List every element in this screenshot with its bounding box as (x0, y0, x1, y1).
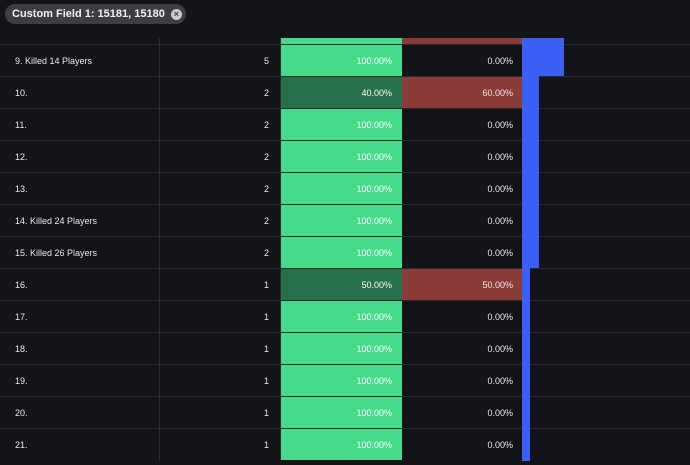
row-count: 5 (160, 45, 281, 76)
row-label: 21. (0, 429, 160, 460)
distribution-bar (522, 236, 539, 269)
distribution-bar-cell (522, 332, 690, 365)
row-label: 11. (0, 109, 160, 140)
table-row[interactable]: 17. 1 100.00% 0.00% (0, 300, 690, 333)
row-count: 2 (160, 141, 281, 172)
table-row[interactable]: 14. Killed 24 Players 2 100.00% 0.00% (0, 204, 690, 237)
distribution-bar-cell (522, 268, 690, 301)
positive-percent-cell: 100.00% (281, 237, 402, 268)
row-count: 2 (160, 109, 281, 140)
table-row[interactable]: 16. 1 50.00% 50.00% (0, 268, 690, 301)
distribution-bar (522, 108, 539, 141)
results-table: 9. Killed 14 Players 5 100.00% 0.00% 10. 2 40.… (0, 38, 690, 465)
table-row[interactable]: 11. 2 100.00% 0.00% (0, 108, 690, 141)
distribution-bar (522, 332, 530, 365)
negative-percent-cell: 0.00% (487, 375, 513, 386)
positive-percent-cell: 100.00% (281, 45, 402, 76)
distribution-bar-cell (522, 108, 690, 141)
row-count: 1 (160, 429, 281, 460)
table-row[interactable]: 12. 2 100.00% 0.00% (0, 140, 690, 173)
filter-chip-label: Custom Field 1: 15181, 15180 (12, 8, 165, 20)
distribution-bar (522, 396, 530, 429)
distribution-bar-cell (522, 204, 690, 237)
negative-percent-cell: 0.00% (487, 55, 513, 66)
row-label: 13. (0, 173, 160, 204)
row-label: 19. (0, 365, 160, 396)
row-count: 1 (160, 301, 281, 332)
distribution-bar (522, 428, 530, 461)
distribution-bar-cell (522, 428, 690, 461)
positive-percent-cell: 100.00% (281, 397, 402, 428)
table-row[interactable]: 21. 1 100.00% 0.00% (0, 428, 690, 461)
row-count: 1 (160, 365, 281, 396)
row-label: 9. Killed 14 Players (0, 45, 160, 76)
distribution-bar (522, 172, 539, 205)
negative-percent-cell: 50.00% (402, 269, 522, 300)
negative-percent-cell: 0.00% (487, 183, 513, 194)
positive-percent-cell: 100.00% (281, 333, 402, 364)
distribution-bar-cell (522, 44, 690, 77)
distribution-bar-cell (522, 364, 690, 397)
row-count: 1 (160, 269, 281, 300)
row-count: 1 (160, 397, 281, 428)
positive-percent-cell: 100.00% (281, 301, 402, 332)
positive-percent-cell: 100.00% (281, 365, 402, 396)
row-count: 2 (160, 205, 281, 236)
positive-percent-cell: 100.00% (281, 429, 402, 460)
distribution-bar-cell (522, 396, 690, 429)
row-label: 18. (0, 333, 160, 364)
distribution-bar (522, 44, 564, 77)
table-row[interactable]: 18. 1 100.00% 0.00% (0, 332, 690, 365)
distribution-bar-cell (522, 236, 690, 269)
negative-percent-cell: 0.00% (487, 343, 513, 354)
positive-percent-cell: 100.00% (281, 173, 402, 204)
distribution-bar (522, 364, 530, 397)
distribution-bar (522, 204, 539, 237)
negative-percent-cell: 0.00% (487, 407, 513, 418)
table-row[interactable]: 20. 1 100.00% 0.00% (0, 396, 690, 429)
distribution-bar-cell (522, 76, 690, 109)
positive-percent-cell: 100.00% (281, 109, 402, 140)
distribution-bar (522, 140, 539, 173)
distribution-bar (522, 268, 530, 301)
distribution-bar-cell (522, 300, 690, 333)
row-label: 14. Killed 24 Players (0, 205, 160, 236)
table-row[interactable]: 9. Killed 14 Players 5 100.00% 0.00% (0, 44, 690, 77)
row-label: 17. (0, 301, 160, 332)
table-row[interactable]: 15. Killed 26 Players 2 100.00% 0.00% (0, 236, 690, 269)
table-row[interactable]: 19. 1 100.00% 0.00% (0, 364, 690, 397)
distribution-bar (522, 300, 530, 333)
distribution-bar (522, 76, 539, 109)
close-icon[interactable]: × (170, 8, 182, 20)
distribution-bar-cell (522, 172, 690, 205)
distribution-bar-cell (522, 140, 690, 173)
positive-percent-cell: 50.00% (281, 269, 402, 300)
negative-percent-cell: 0.00% (487, 439, 513, 450)
row-label: 16. (0, 269, 160, 300)
row-label: 20. (0, 397, 160, 428)
row-count: 2 (160, 77, 281, 108)
table-row[interactable]: 10. 2 40.00% 60.00% (0, 76, 690, 109)
positive-percent-cell: 40.00% (281, 77, 402, 108)
row-label: 10. (0, 77, 160, 108)
row-label: 15. Killed 26 Players (0, 237, 160, 268)
row-count: 1 (160, 333, 281, 364)
row-count: 2 (160, 237, 281, 268)
negative-percent-cell: 0.00% (487, 311, 513, 322)
row-count: 2 (160, 173, 281, 204)
filter-chip[interactable]: Custom Field 1: 15181, 15180 × (5, 4, 186, 24)
negative-percent-cell: 60.00% (402, 77, 522, 108)
negative-percent-cell: 0.00% (487, 151, 513, 162)
row-label: 12. (0, 141, 160, 172)
negative-percent-cell: 0.00% (487, 215, 513, 226)
negative-percent-cell: 0.00% (487, 119, 513, 130)
negative-percent-cell: 0.00% (487, 247, 513, 258)
positive-percent-cell: 100.00% (281, 141, 402, 172)
filter-bar: Custom Field 1: 15181, 15180 × (0, 0, 690, 38)
table-row[interactable]: 13. 2 100.00% 0.00% (0, 172, 690, 205)
positive-percent-cell: 100.00% (281, 205, 402, 236)
